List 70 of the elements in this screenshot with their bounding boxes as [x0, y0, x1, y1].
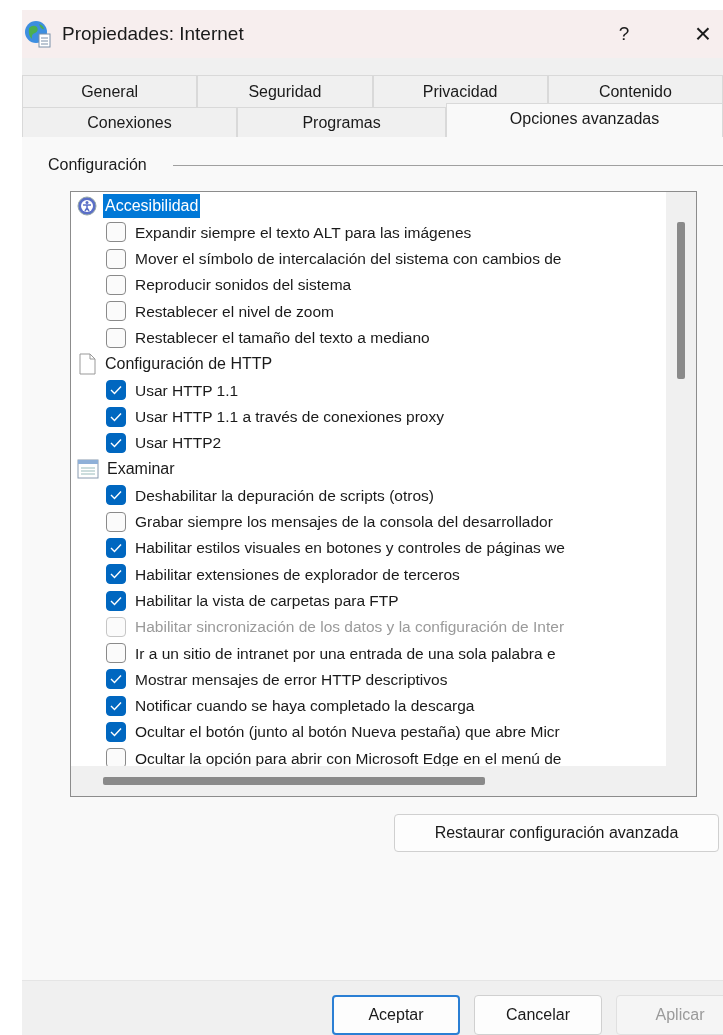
checkbox[interactable] [106, 485, 126, 506]
page-icon [77, 352, 97, 375]
check-icon [110, 543, 122, 553]
tab[interactable]: General [22, 75, 198, 107]
option-label: Ir a un sitio de intranet por una entrada de una sola palabra e [135, 643, 556, 664]
option-label: Restablecer el nivel de zoom [135, 301, 335, 322]
check-icon [110, 569, 122, 580]
option-label: Notificar cuando se haya completado la descarga [135, 696, 475, 717]
checkbox[interactable] [106, 248, 126, 269]
option-label: Reproducir sonidos del sistema [135, 275, 352, 296]
category-label[interactable]: Accesibilidad [103, 194, 201, 219]
option-label: Restablecer el tamaño del texto a mediano [135, 328, 430, 348]
tab[interactable]: Privacidad [372, 75, 548, 107]
checkbox[interactable] [106, 327, 126, 348]
check-icon [110, 700, 122, 711]
check-icon [110, 727, 122, 738]
checkbox[interactable] [106, 222, 126, 243]
scrollbar-thumb[interactable] [677, 222, 685, 379]
check-icon [110, 437, 122, 448]
option-label: Usar HTTP 1.1 [135, 380, 239, 401]
option-label: Habilitar la vista de carpetas para FTP [135, 590, 399, 611]
window-title: Propiedades: Internet [62, 21, 244, 46]
checkbox[interactable] [106, 406, 126, 427]
horizontal-scrollbar[interactable] [71, 766, 696, 796]
check-icon [110, 595, 122, 606]
option-label: Mostrar mensajes de error HTTP descriptivos [135, 669, 448, 690]
option-label: Habilitar extensiones de explorador de terceros [135, 564, 460, 585]
tab[interactable]: Opciones avanzadas [446, 103, 723, 137]
check-icon [110, 490, 122, 501]
option-label: Ocultar el botón (junto al botón Nueva pestaña) que abre Micr [135, 722, 560, 743]
option-label: Usar HTTP 1.1 a través de conexiones proxy [135, 406, 444, 427]
accessibility-icon [77, 196, 97, 217]
tab[interactable]: Conexiones [22, 107, 237, 137]
checkbox[interactable] [106, 722, 126, 743]
restore-button[interactable]: Restaurar configuración avanzada [394, 814, 719, 852]
option-label: Habilitar estilos visuales en botones y controles de páginas we [135, 538, 565, 559]
vertical-scrollbar[interactable] [666, 192, 696, 766]
checkbox[interactable] [106, 511, 126, 532]
check-icon [110, 674, 122, 685]
help-button[interactable]: ? [601, 10, 647, 58]
category-label[interactable]: Examinar [105, 457, 177, 482]
checkbox[interactable] [106, 695, 126, 716]
globe-icon [24, 20, 52, 48]
group-legend: Configuración [48, 153, 147, 177]
close-button[interactable]: × [683, 10, 723, 58]
category-label[interactable]: Configuración de HTTP [103, 351, 275, 376]
option-label: Expandir siempre el texto ALT para las imágenes [135, 222, 472, 243]
dialog-button[interactable]: Cancelar [474, 995, 602, 1035]
option-label: Usar HTTP2 [135, 433, 222, 454]
checkbox[interactable] [106, 432, 126, 453]
checkbox[interactable] [106, 275, 126, 296]
checkbox[interactable] [106, 590, 126, 611]
checkbox[interactable] [106, 301, 126, 322]
option-label: Mover el símbolo de intercalación del sistema con cambios de [135, 249, 562, 270]
option-label: Habilitar sincronización de los datos y la configuración de Inter [135, 617, 565, 638]
tab[interactable]: Seguridad [197, 75, 373, 107]
checkbox[interactable] [106, 380, 126, 401]
option-label: Deshabilitar la depuración de scripts (otros) [135, 485, 434, 506]
option-label: Grabar siempre los mensajes de la consola del desarrollador [135, 512, 553, 533]
dialog-button[interactable]: Aceptar [332, 995, 460, 1035]
tab[interactable]: Programas [237, 107, 446, 137]
check-icon [110, 411, 122, 422]
scrollbar-thumb[interactable] [103, 777, 485, 785]
checkbox[interactable] [106, 538, 126, 558]
checkbox[interactable] [106, 748, 126, 766]
check-icon [110, 385, 122, 396]
checkbox[interactable] [106, 643, 126, 664]
checkbox[interactable] [106, 564, 126, 585]
checkbox[interactable] [106, 669, 126, 690]
window-icon [77, 459, 99, 480]
